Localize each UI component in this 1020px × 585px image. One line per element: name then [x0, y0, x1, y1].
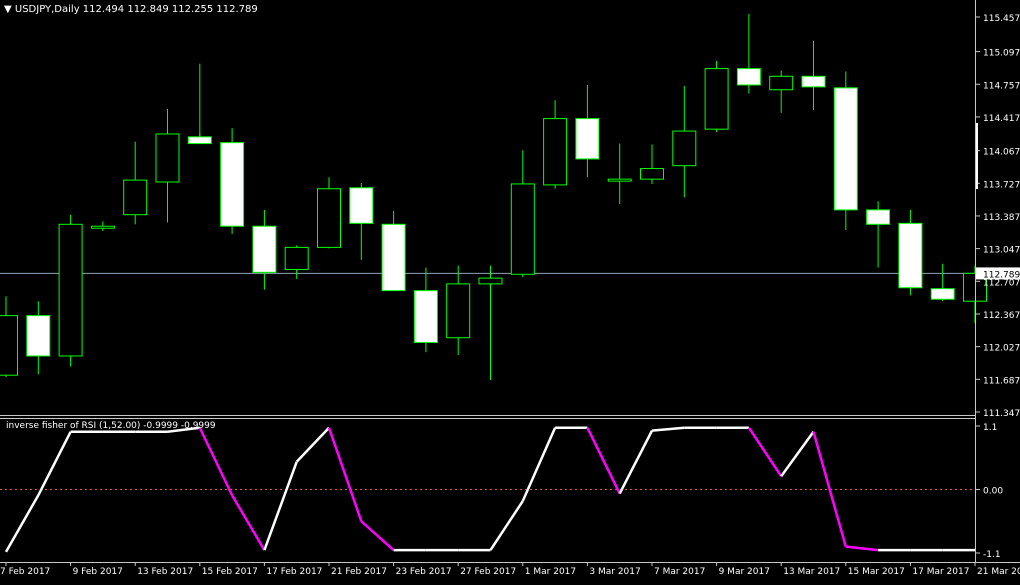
- date-tick-label: 7 Feb 2017: [0, 567, 50, 577]
- candle-body[interactable]: [26, 315, 51, 357]
- candle-body[interactable]: [769, 75, 794, 91]
- candle-body[interactable]: [284, 246, 309, 270]
- date-tick-label: 27 Feb 2017: [460, 567, 516, 577]
- current-price-label: 112.789: [983, 270, 1020, 280]
- candle-body[interactable]: [349, 187, 374, 224]
- candle-body[interactable]: [801, 75, 826, 88]
- candle-body[interactable]: [866, 209, 891, 225]
- chart-header: ▼ USDJPY,Daily 112.494 112.849 112.255 1…: [4, 4, 258, 15]
- candle-body[interactable]: [317, 188, 341, 248]
- price-axis-border: [975, 0, 976, 563]
- candle-body[interactable]: [155, 133, 180, 183]
- indicator-line-segment: [618, 430, 654, 495]
- main-pane-bottom-border: [0, 415, 975, 416]
- price-scale-marker[interactable]: [976, 123, 978, 189]
- date-tick-label: 23 Feb 2017: [396, 567, 452, 577]
- candle-body[interactable]: [381, 223, 406, 292]
- candle-body[interactable]: [898, 222, 923, 289]
- date-tick-label: 9 Feb 2017: [73, 567, 123, 577]
- candle-body[interactable]: [220, 142, 245, 227]
- candle-body[interactable]: [607, 178, 632, 182]
- date-tick-label: 17 Feb 2017: [266, 567, 322, 577]
- candle-body[interactable]: [930, 288, 955, 300]
- indicator-line-segment: [747, 427, 783, 477]
- candle-body[interactable]: [187, 136, 212, 145]
- date-axis-border: [0, 562, 1020, 563]
- symbol-label: USDJPY,Daily: [14, 4, 80, 15]
- candle-body[interactable]: [510, 183, 535, 275]
- date-tick-label: 17 Mar 2017: [912, 567, 969, 577]
- indicator-tick-label: 0.00: [983, 487, 1003, 497]
- candle-body[interactable]: [0, 315, 18, 376]
- candle-body[interactable]: [478, 277, 503, 285]
- indicator-pane-top-border[interactable]: [0, 418, 975, 419]
- candle-body[interactable]: [543, 118, 568, 186]
- date-tick-label: 21 Mar 2017: [977, 567, 1020, 577]
- indicator-tick-label: 1.1: [983, 423, 997, 433]
- indicator-line-segment: [780, 431, 815, 477]
- indicator-line-segment: [586, 427, 621, 495]
- indicator-tick-label: -1.1: [983, 550, 1001, 560]
- candle-body[interactable]: [413, 290, 438, 344]
- chart-window[interactable]: 115.457 115.097 114.757 114.417 114.067 113.7…: [0, 0, 1020, 581]
- price-tick-label: 115.457: [983, 14, 1020, 24]
- indicator-line-segment: [651, 426, 685, 432]
- date-tick-label: 21 Feb 2017: [331, 567, 387, 577]
- candle-body[interactable]: [123, 179, 148, 216]
- candle-body[interactable]: [704, 68, 729, 130]
- indicator-line-segment: [489, 500, 524, 551]
- indicator-line-segment: [360, 520, 395, 552]
- price-tick-label: 114.757: [983, 81, 1020, 91]
- indicator-line-segment: [521, 427, 557, 502]
- menu-triangle-icon[interactable]: ▼: [4, 4, 12, 15]
- candle-body[interactable]: [575, 118, 600, 160]
- indicator-line-segment: [198, 427, 234, 496]
- price-tick-label: 113.727: [983, 180, 1020, 190]
- indicator-line-segment: [4, 494, 40, 553]
- price-tick-label: 114.417: [983, 114, 1020, 124]
- candle-body[interactable]: [90, 225, 115, 229]
- candle-body[interactable]: [252, 225, 277, 273]
- price-tick-label: 112.367: [983, 311, 1020, 321]
- price-tick-label: 111.687: [983, 376, 1020, 386]
- candle-body[interactable]: [58, 223, 83, 357]
- date-tick-label: 15 Mar 2017: [848, 567, 905, 577]
- indicator-line-segment: [231, 494, 266, 551]
- indicator-label: inverse fisher of RSI (1,52.00) -0.9999 …: [6, 421, 216, 431]
- candle-body[interactable]: [672, 130, 697, 167]
- indicator-line-segment: [327, 427, 363, 522]
- indicator-line-segment: [263, 461, 298, 551]
- date-tick-label: 13 Mar 2017: [783, 567, 840, 577]
- price-tick-label: 113.047: [983, 246, 1020, 256]
- date-tick-label: 1 Mar 2017: [525, 567, 576, 577]
- candle-body[interactable]: [833, 87, 858, 211]
- indicator-line-segment: [37, 431, 72, 496]
- date-tick-label: 7 Mar 2017: [654, 567, 705, 577]
- date-tick-label: 15 Feb 2017: [202, 567, 258, 577]
- candle-body[interactable]: [640, 168, 664, 180]
- date-tick-label: 9 Mar 2017: [719, 567, 770, 577]
- ohlc-values: 112.494 112.849 112.255 112.789: [82, 4, 258, 15]
- candle-body[interactable]: [736, 68, 761, 86]
- price-tick-label: 112.027: [983, 344, 1020, 354]
- candle-body[interactable]: [446, 283, 471, 339]
- indicator-line-segment: [845, 545, 879, 552]
- price-tick-label: 113.387: [983, 213, 1020, 223]
- date-tick-label: 13 Feb 2017: [137, 567, 193, 577]
- date-tick-label: 3 Mar 2017: [589, 567, 640, 577]
- price-tick-label: 114.067: [983, 148, 1020, 158]
- indicator-line-segment: [295, 426, 330, 463]
- chart-canvas[interactable]: 115.457 115.097 114.757 114.417 114.067 113.7…: [0, 0, 1020, 581]
- price-tick-label: 115.097: [983, 49, 1020, 59]
- price-tick-label: 111.347: [983, 409, 1020, 419]
